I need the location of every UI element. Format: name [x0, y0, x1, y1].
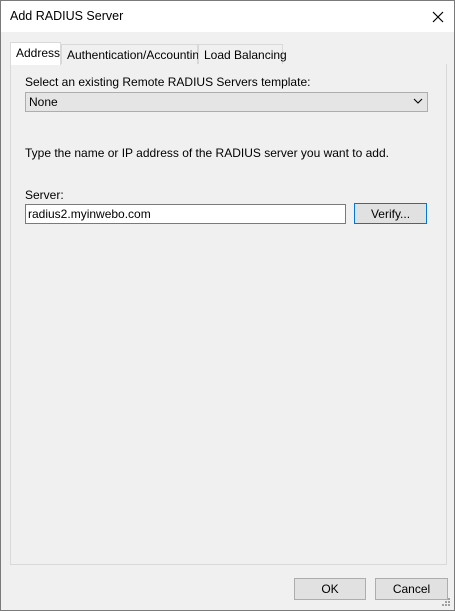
- tab-authentication-accounting[interactable]: Authentication/Accounting: [61, 44, 206, 64]
- title-bar: Add RADIUS Server: [1, 1, 454, 32]
- server-input[interactable]: [25, 204, 346, 224]
- tab-authentication-accounting-label: Authentication/Accounting: [67, 48, 206, 62]
- template-select[interactable]: None: [25, 92, 428, 112]
- cancel-button[interactable]: Cancel: [375, 578, 448, 600]
- ok-button-label: OK: [321, 582, 339, 596]
- tab-panel-background: [11, 64, 446, 564]
- verify-button[interactable]: Verify...: [354, 203, 427, 224]
- server-label: Server:: [25, 188, 64, 202]
- tab-load-balancing-label: Load Balancing: [204, 48, 287, 62]
- template-select-value: None: [29, 95, 58, 109]
- ok-button[interactable]: OK: [294, 578, 366, 600]
- window-title: Add RADIUS Server: [10, 9, 124, 23]
- tab-address[interactable]: Address: [10, 42, 61, 65]
- cancel-button-label: Cancel: [392, 582, 431, 596]
- tab-load-balancing[interactable]: Load Balancing: [198, 44, 287, 64]
- close-icon: [432, 11, 444, 22]
- verify-button-label: Verify...: [370, 206, 411, 221]
- add-radius-server-dialog: Add RADIUS Server Address Authentication…: [0, 0, 455, 611]
- template-label: Select an existing Remote RADIUS Servers…: [25, 75, 311, 89]
- instruction-text: Type the name or IP address of the RADIU…: [25, 146, 389, 160]
- close-button[interactable]: [422, 1, 454, 32]
- chevron-down-icon: [413, 98, 423, 104]
- tab-address-label: Address: [16, 46, 61, 60]
